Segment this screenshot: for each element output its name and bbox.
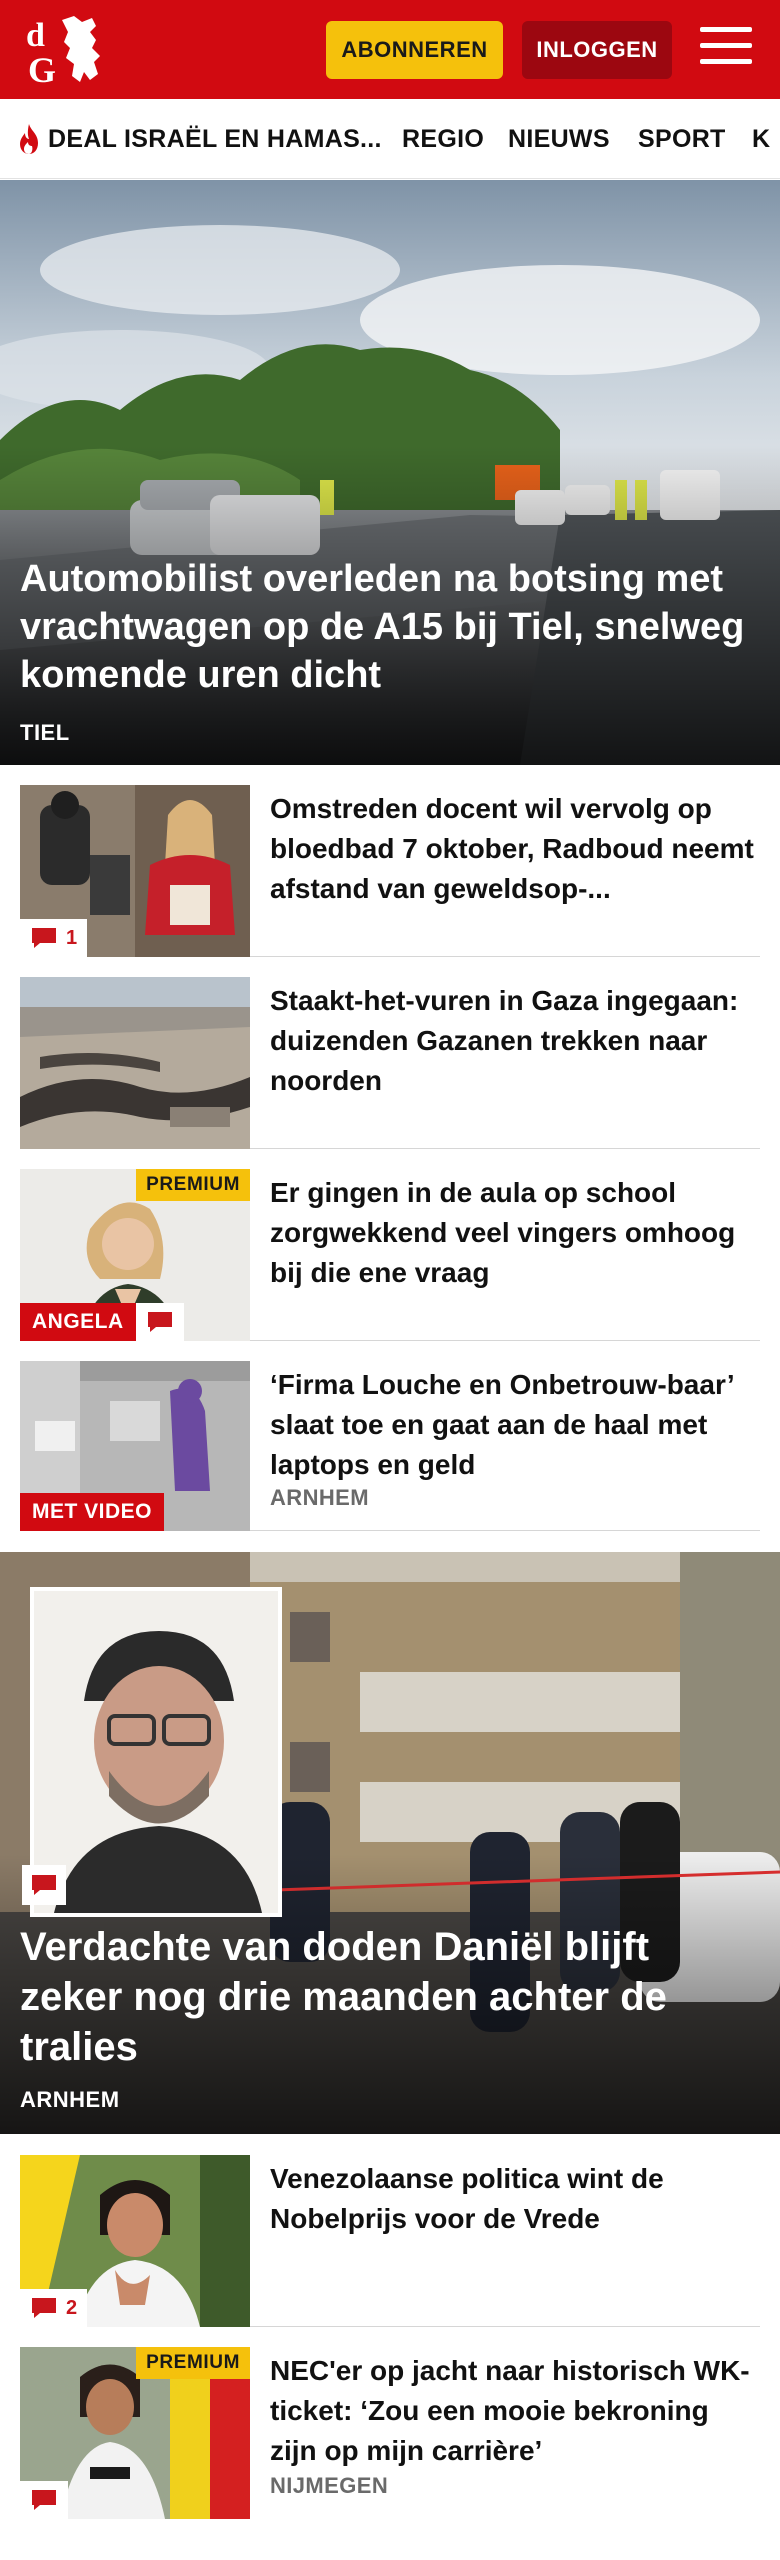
comment-bubble-icon [32, 2490, 56, 2510]
article-title[interactable]: NEC'er op jacht naar historisch WK-ticke… [270, 2351, 758, 2471]
hero-title[interactable]: Automobilist overleden na botsing met vr… [20, 555, 750, 699]
svg-text:G: G [28, 50, 56, 88]
nav-item-sport[interactable]: SPORT [638, 99, 726, 178]
article-title[interactable]: Venezolaanse politica wint de Nobelprijs… [270, 2159, 758, 2239]
comment-bubble-icon [32, 1875, 56, 1895]
hamburger-menu-icon[interactable] [700, 27, 752, 71]
article-title[interactable]: Staakt-het-vuren in Gaza ingegaan: duize… [270, 981, 758, 1101]
comment-badge [135, 1303, 184, 1341]
article-thumbnail: 1 [20, 785, 250, 957]
comment-badge [20, 2481, 68, 2519]
featured-location: ARNHEM [20, 2087, 120, 2112]
subscribe-button[interactable]: ABONNEREN [326, 21, 503, 79]
video-label: MET VIDEO [20, 1493, 165, 1531]
comment-bubble-icon [32, 2298, 56, 2318]
article-title[interactable]: Er gingen in de aula op school zorgwekke… [270, 1173, 758, 1293]
list-item[interactable]: PREMIUM NEC'er op jacht naar historisch … [20, 2347, 760, 2519]
comment-count: 1 [66, 926, 78, 949]
comment-count: 2 [66, 2296, 78, 2319]
site-header: d G ABONNEREN INLOGGEN [0, 0, 780, 99]
premium-badge: PREMIUM [136, 2347, 250, 2379]
article-thumbnail: 2 [20, 2155, 250, 2327]
article-thumbnail [20, 977, 250, 1149]
premium-badge: PREMIUM [136, 1169, 250, 1201]
inset-portrait [30, 1587, 282, 1917]
list-item[interactable]: 2 Venezolaanse politica wint de Nobelpri… [20, 2155, 760, 2327]
login-button[interactable]: INLOGGEN [522, 21, 672, 79]
article-title[interactable]: Omstreden docent wil vervolg op bloedbad… [270, 789, 758, 909]
article-thumbnail: PREMIUM ANGELA [20, 1169, 250, 1341]
list-item[interactable]: MET VIDEO ‘Firma Louche en Onbetrouw-baa… [20, 1361, 760, 1531]
article-thumbnail: MET VIDEO [20, 1361, 250, 1531]
list-item[interactable]: PREMIUM ANGELA Er gingen in de aula op s… [20, 1169, 760, 1341]
comment-count-badge: 1 [20, 919, 88, 957]
comment-count-badge: 2 [20, 2289, 88, 2327]
comment-bubble-icon [32, 928, 56, 948]
comment-bubble-icon [147, 1312, 172, 1332]
article-title[interactable]: ‘Firma Louche en Onbetrouw-baar’ slaat t… [270, 1365, 758, 1485]
nav-item-label: DEAL ISRAËL EN HAMAS... [48, 124, 382, 153]
article-location: ARNHEM [270, 1485, 369, 1510]
svg-text:d: d [26, 17, 45, 54]
hero-location: TIEL [20, 720, 70, 745]
hero-article[interactable]: Automobilist overleden na botsing met vr… [0, 180, 780, 765]
featured-article[interactable]: Verdachte van doden Daniël blijft zeker … [0, 1552, 780, 2134]
site-logo[interactable]: d G [22, 12, 118, 90]
list-item[interactable]: Staakt-het-vuren in Gaza ingegaan: duize… [20, 977, 760, 1149]
article-location: NIJMEGEN [270, 2473, 389, 2498]
article-thumbnail: PREMIUM [20, 2347, 250, 2519]
section-nav: DEAL ISRAËL EN HAMAS... REGIO NIEUWS SPO… [0, 99, 780, 179]
comment-badge [22, 1865, 66, 1905]
nav-item-regio[interactable]: REGIO [402, 99, 484, 178]
column-label-group: ANGELA [20, 1303, 184, 1341]
nav-item-deal-israel-hamas[interactable]: DEAL ISRAËL EN HAMAS... [16, 99, 382, 178]
nav-item-nieuws[interactable]: NIEUWS [508, 99, 610, 178]
fire-icon [20, 124, 38, 154]
featured-title[interactable]: Verdachte van doden Daniël blijft zeker … [20, 1922, 760, 2072]
list-item[interactable]: 1 Omstreden docent wil vervolg op bloedb… [20, 785, 760, 957]
column-label: ANGELA [20, 1303, 136, 1341]
nav-item-more[interactable]: K [752, 99, 770, 178]
